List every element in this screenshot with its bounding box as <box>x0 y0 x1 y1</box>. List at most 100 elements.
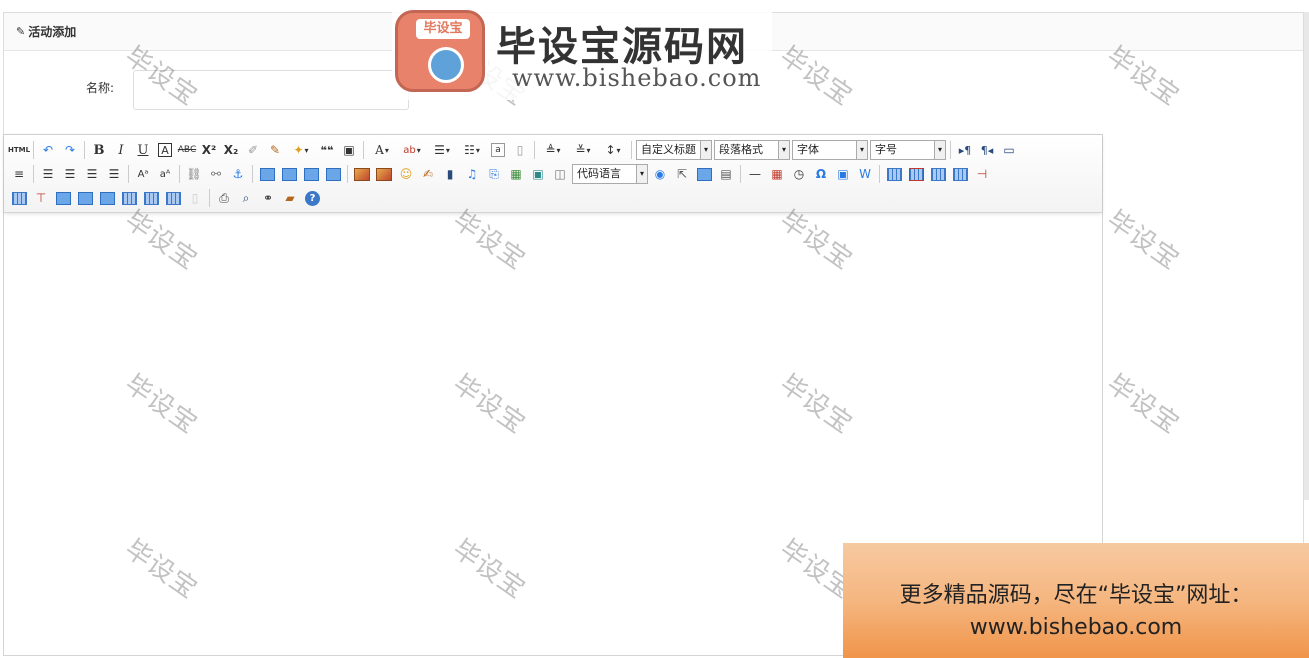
superscript-button[interactable]: X² <box>198 140 220 160</box>
blockquote-button[interactable]: ❝❝ <box>316 140 338 160</box>
insert-image-glyph <box>376 167 392 181</box>
source-html-button[interactable]: HTML <box>8 140 30 160</box>
eraser-icon[interactable]: ✐ <box>242 140 264 160</box>
template-icon[interactable] <box>693 164 715 184</box>
code-language-select[interactable]: 代码语言 ▾ <box>572 164 648 184</box>
image-right-glyph <box>303 167 319 181</box>
link-icon[interactable]: ⛓ <box>183 164 205 184</box>
search-replace-icon[interactable]: ⚭ <box>257 188 279 208</box>
help-icon[interactable]: ? <box>305 190 320 206</box>
emotion-icon[interactable]: ☺ <box>395 164 417 184</box>
time-icon[interactable]: ◷ <box>788 164 810 184</box>
print-icon[interactable]: ⎙ <box>213 188 235 208</box>
preview-monitor-icon[interactable]: ▭ <box>998 140 1020 160</box>
insert-frame-icon[interactable]: ◫ <box>549 164 571 184</box>
paste-plain-icon[interactable]: ▣ <box>338 140 360 160</box>
subscript-button[interactable]: X₂ <box>220 140 242 160</box>
image-left-icon[interactable] <box>278 164 300 184</box>
insert-image-icon[interactable] <box>373 164 395 184</box>
image-right-icon[interactable] <box>300 164 322 184</box>
insert-video-icon[interactable]: ▮ <box>439 164 461 184</box>
date-icon[interactable]: ▦ <box>766 164 788 184</box>
insert-col-icon[interactable] <box>8 188 30 208</box>
select-all-icon[interactable]: a <box>491 143 505 157</box>
font-size-select[interactable]: 字号 ▾ <box>870 140 946 160</box>
preview-icon[interactable]: ⌕ <box>235 188 257 208</box>
toolbar-separator <box>347 165 348 183</box>
split-to-cols-icon[interactable] <box>162 188 184 208</box>
edit-icon: ✎ <box>16 25 26 38</box>
font-border-icon[interactable]: A <box>158 143 172 157</box>
toolbar-row-1: HTML ↶ ↷ B I U A ABC X² X₂ ✐ ✎ ✦ ❝❝ ▣ A … <box>8 138 1098 162</box>
webapp-icon[interactable]: ◉ <box>649 164 671 184</box>
attachment-icon[interactable]: ⎘ <box>483 164 505 184</box>
logo-badge: 毕设宝 <box>395 10 485 92</box>
row-spacing-top-icon[interactable]: ≜ <box>538 140 568 160</box>
map-icon[interactable]: ▦ <box>505 164 527 184</box>
split-to-rows-icon[interactable] <box>140 188 162 208</box>
align-center-icon[interactable]: ☰ <box>59 164 81 184</box>
drafts-icon[interactable]: ▰ <box>279 188 301 208</box>
simple-upload-icon[interactable] <box>351 164 373 184</box>
name-input[interactable] <box>133 70 409 110</box>
merge-right-icon[interactable] <box>74 188 96 208</box>
name-label: 名称: <box>86 81 115 95</box>
clear-doc-icon[interactable]: ▯ <box>509 140 531 160</box>
line-height-icon[interactable]: ↕ <box>598 140 628 160</box>
uppercase-icon[interactable]: Aᵃ <box>132 164 154 184</box>
paragraph-format-select[interactable]: 段落格式 ▾ <box>714 140 790 160</box>
paragraph-format-select-label: 段落格式 <box>719 143 763 156</box>
merge-down-icon[interactable] <box>96 188 118 208</box>
image-center-icon[interactable] <box>322 164 344 184</box>
custom-heading-select[interactable]: 自定义标题 ▾ <box>636 140 712 160</box>
anchor-icon[interactable]: ⚓ <box>227 164 249 184</box>
wordimage-icon[interactable]: ▣ <box>832 164 854 184</box>
toolbar-row-3: ⊤ ▯ ⎙ ⌕ ⚭ ▰ ? <box>8 186 1098 210</box>
font-family-select[interactable]: 字体 ▾ <box>792 140 868 160</box>
underline-button[interactable]: U <box>132 140 154 160</box>
gmap-icon[interactable]: ▣ <box>527 164 549 184</box>
charts-icon[interactable]: ▯ <box>184 188 206 208</box>
background-color-icon[interactable]: ab <box>397 140 427 160</box>
horizontal-rule-icon[interactable]: — <box>744 164 766 184</box>
image-none-icon[interactable] <box>256 164 278 184</box>
special-chars-button[interactable]: Ω <box>810 164 832 184</box>
unlink-icon[interactable]: ⚯ <box>205 164 227 184</box>
delete-row-icon[interactable]: ⊣ <box>971 164 993 184</box>
insert-paragraph-before-table-icon[interactable] <box>927 164 949 184</box>
align-right-icon[interactable]: ☰ <box>81 164 103 184</box>
font-family-select-label: 字体 <box>797 143 819 156</box>
italic-button[interactable]: I <box>110 140 132 160</box>
align-left-icon[interactable]: ☰ <box>37 164 59 184</box>
lowercase-icon[interactable]: aᴬ <box>154 164 176 184</box>
insert-table-icon[interactable] <box>883 164 905 184</box>
unordered-list-icon[interactable]: ☷ <box>457 140 487 160</box>
auto-format-icon[interactable]: ✦ <box>286 140 316 160</box>
indent-icon[interactable]: ≡ <box>8 164 30 184</box>
undo-icon[interactable]: ↶ <box>37 140 59 160</box>
pagebreak-icon[interactable]: ⇱ <box>671 164 693 184</box>
bold-button[interactable]: B <box>88 140 110 160</box>
redo-icon[interactable]: ↷ <box>59 140 81 160</box>
background-icon[interactable]: ▤ <box>715 164 737 184</box>
insert-col-glyph <box>11 191 27 205</box>
merge-cells-icon[interactable] <box>52 188 74 208</box>
delete-table-glyph <box>908 167 924 181</box>
align-justify-icon[interactable]: ☰ <box>103 164 125 184</box>
font-color-button[interactable]: A <box>367 140 397 160</box>
music-icon[interactable]: ♫ <box>461 164 483 184</box>
promo-banner[interactable]: 更多精品源码，尽在“毕设宝”网址： www.bishebao.com <box>843 543 1309 658</box>
format-painter-icon[interactable]: ✎ <box>264 140 286 160</box>
word-import-icon[interactable]: W <box>854 164 876 184</box>
rtl-icon[interactable]: ¶◂ <box>976 140 998 160</box>
scrawl-icon[interactable]: ✍ <box>417 164 439 184</box>
split-to-cells-icon[interactable] <box>118 188 140 208</box>
insert-row-icon[interactable] <box>949 164 971 184</box>
delete-table-icon[interactable] <box>905 164 927 184</box>
page-scrollbar[interactable] <box>1304 12 1309 500</box>
strikethrough-button[interactable]: ABC <box>176 140 198 160</box>
ordered-list-icon[interactable]: ☰ <box>427 140 457 160</box>
delete-col-icon[interactable]: ⊤ <box>30 188 52 208</box>
row-spacing-bottom-icon[interactable]: ≚ <box>568 140 598 160</box>
ltr-icon[interactable]: ▸¶ <box>954 140 976 160</box>
